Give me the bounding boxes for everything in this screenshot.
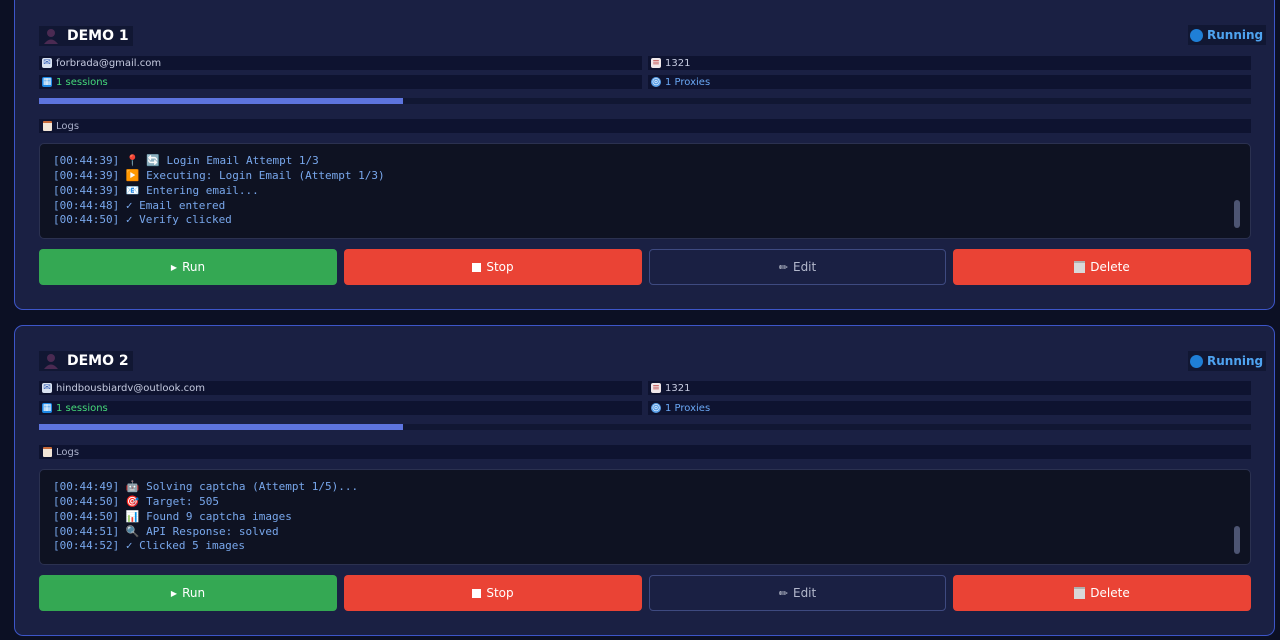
run-label: Run: [182, 586, 206, 600]
status-dot-icon: [1190, 28, 1203, 42]
log-line: [00:44:50] 📊 Found 9 captcha images: [53, 510, 292, 523]
email-value: forbrada@gmail.com: [56, 57, 162, 69]
document-icon: ≡: [651, 57, 661, 68]
sessions-icon: ▦: [42, 76, 52, 87]
document-icon: ≡: [651, 382, 661, 393]
code-value: 1321: [665, 382, 691, 394]
edit-button[interactable]: ✏ Edit: [649, 575, 946, 611]
email-field: ✉ forbrada@gmail.com: [39, 56, 642, 70]
user-avatar-icon: [39, 351, 63, 371]
log-line: [00:44:50] ✓ Verify clicked: [53, 213, 232, 226]
progress-bar: [39, 424, 1251, 430]
log-line: [00:44:50] 🎯 Target: 505: [53, 495, 220, 508]
status-dot-icon: [1190, 354, 1203, 368]
globe-icon: ◎: [651, 76, 661, 87]
status-badge: Running: [1188, 25, 1267, 45]
edit-button[interactable]: ✏ Edit: [649, 249, 946, 285]
log-scrollbar[interactable]: [1234, 200, 1240, 228]
delete-button[interactable]: Delete: [953, 249, 1251, 285]
log-line: [00:44:51] 🔍 API Response: solved: [53, 525, 279, 538]
edit-label: Edit: [792, 260, 817, 274]
stop-icon: [472, 262, 482, 272]
run-button[interactable]: ▶ Run: [39, 575, 337, 611]
mail-icon: ✉: [42, 382, 52, 393]
log-line: [00:44:39] 📧 Entering email...: [53, 184, 259, 197]
status-badge: Running: [1188, 351, 1267, 371]
logs-header: Logs: [39, 119, 1251, 133]
status-label: Running: [1207, 28, 1264, 42]
email-field: ✉ hindbousbiardv@outlook.com: [39, 381, 642, 395]
log-line: [00:44:39] 📍 🔄 Login Email Attempt 1/3: [53, 154, 319, 167]
sessions-field: ▦ 1 sessions: [39, 75, 642, 89]
mail-icon: ✉: [42, 57, 52, 68]
globe-icon: ◎: [651, 402, 661, 413]
code-field: ≡ 1321: [648, 56, 1251, 70]
logs-label: Logs: [56, 446, 80, 458]
status-label: Running: [1207, 354, 1264, 368]
delete-label: Delete: [1090, 260, 1130, 274]
play-icon: ▶: [170, 262, 178, 272]
sessions-field: ▦ 1 sessions: [39, 401, 642, 415]
account-card: DEMO 1 Running ✉ forbrada@gmail.com ≡ 13…: [14, 0, 1275, 310]
proxies-field: ◎ 1 Proxies: [648, 75, 1251, 89]
delete-label: Delete: [1090, 586, 1130, 600]
run-button[interactable]: ▶ Run: [39, 249, 337, 285]
log-line: [00:44:48] ✓ Email entered: [53, 199, 226, 212]
sessions-value: 1 sessions: [56, 76, 108, 88]
user-avatar-icon: [39, 26, 63, 46]
card-title: DEMO 1: [63, 26, 133, 46]
progress-fill: [39, 98, 403, 104]
delete-button[interactable]: Delete: [953, 575, 1251, 611]
logs-icon: [43, 447, 52, 457]
logs-icon: [43, 121, 52, 131]
log-output[interactable]: [00:44:39] 📍 🔄 Login Email Attempt 1/3 […: [39, 143, 1251, 239]
code-field: ≡ 1321: [648, 381, 1251, 395]
stop-label: Stop: [486, 260, 514, 274]
log-output[interactable]: [00:44:49] 🤖 Solving captcha (Attempt 1/…: [39, 469, 1251, 565]
trash-icon: [1074, 587, 1086, 599]
log-scrollbar[interactable]: [1234, 526, 1240, 554]
log-line: [00:44:52] ✓ Clicked 5 images: [53, 539, 246, 552]
sessions-icon: ▦: [42, 402, 52, 413]
stop-icon: [472, 588, 482, 598]
play-icon: ▶: [170, 588, 178, 598]
card-title: DEMO 2: [63, 351, 133, 371]
progress-fill: [39, 424, 403, 430]
proxies-value: 1 Proxies: [665, 402, 711, 414]
stop-button[interactable]: Stop: [344, 575, 642, 611]
stop-label: Stop: [486, 586, 514, 600]
log-line: [00:44:39] ▶️ Executing: Login Email (At…: [53, 169, 385, 182]
trash-icon: [1074, 261, 1086, 273]
progress-bar: [39, 98, 1251, 104]
code-value: 1321: [665, 57, 691, 69]
pencil-icon: ✏: [778, 586, 788, 600]
pencil-icon: ✏: [778, 260, 788, 274]
sessions-value: 1 sessions: [56, 402, 108, 414]
edit-label: Edit: [792, 586, 817, 600]
account-card: DEMO 2 Running ✉ hindbousbiardv@outlook.…: [14, 325, 1275, 636]
run-label: Run: [182, 260, 206, 274]
log-line: [00:44:49] 🤖 Solving captcha (Attempt 1/…: [53, 480, 359, 493]
proxies-value: 1 Proxies: [665, 76, 711, 88]
logs-header: Logs: [39, 445, 1251, 459]
proxies-field: ◎ 1 Proxies: [648, 401, 1251, 415]
email-value: hindbousbiardv@outlook.com: [56, 382, 205, 394]
logs-label: Logs: [56, 120, 80, 132]
stop-button[interactable]: Stop: [344, 249, 642, 285]
